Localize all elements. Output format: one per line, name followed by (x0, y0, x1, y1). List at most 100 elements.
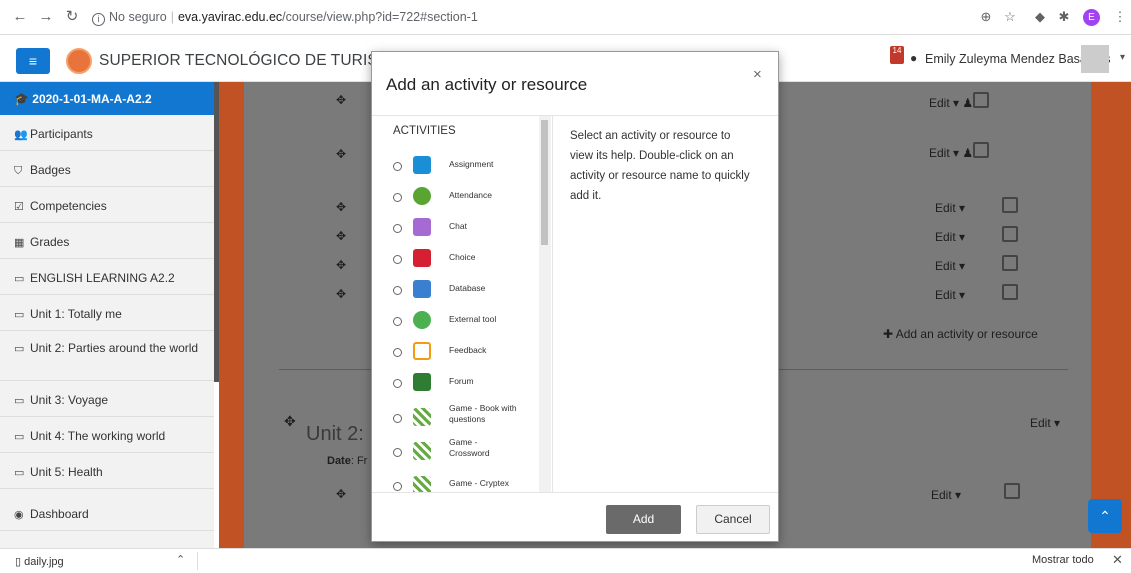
sidebar-item-english-learning[interactable]: ▭ ENGLISH LEARNING A2.2 (0, 259, 214, 295)
radio-button[interactable] (393, 448, 402, 457)
sidebar-item-badges[interactable]: ⛉ Badges (0, 151, 214, 187)
attendance-icon (413, 187, 431, 205)
sidebar-item-grades[interactable]: ▦ Grades (0, 223, 214, 259)
sidebar-item-unit-2[interactable]: ▭ Unit 2: Parties around the world (0, 331, 214, 381)
site-logo[interactable] (66, 48, 92, 74)
feedback-icon (413, 342, 431, 360)
radio-button[interactable] (393, 317, 402, 326)
move-icon[interactable]: ✥ (336, 487, 346, 501)
move-icon[interactable]: ✥ (336, 258, 346, 272)
sidebar-item-unit-3[interactable]: ▭ Unit 3: Voyage (0, 381, 214, 417)
cancel-button[interactable]: Cancel (696, 505, 770, 534)
forward-icon[interactable]: → (36, 7, 56, 27)
close-icon[interactable]: ✕ (1112, 552, 1123, 568)
activity-option-forum[interactable]: Forum (393, 371, 533, 401)
file-icon: ▯ (15, 556, 25, 568)
edit-menu[interactable]: Edit ▾ (931, 488, 961, 502)
close-icon[interactable]: × (753, 66, 762, 83)
address-bar[interactable]: i No seguro | eva.yavirac.edu.ec/course/vie… (92, 6, 692, 28)
edit-menu[interactable]: Edit ▾ (935, 201, 965, 215)
radio-button[interactable] (393, 193, 402, 202)
radio-button[interactable] (393, 379, 402, 388)
radio-button[interactable] (393, 286, 402, 295)
activity-option-choice[interactable]: Choice (393, 247, 533, 277)
sidebar-item-unit-1[interactable]: ▭ Unit 1: Totally me (0, 295, 214, 331)
activity-option-feedback[interactable]: Feedback (393, 340, 533, 370)
user-avatar[interactable] (1081, 45, 1109, 73)
shield-icon: ⛉ (14, 165, 23, 177)
edit-menu[interactable]: Edit ▾ (935, 259, 965, 273)
section-edit-menu[interactable]: Edit ▾ (1030, 416, 1060, 430)
graduation-cap-icon: 🎓 (14, 92, 33, 106)
scrollbar-thumb[interactable] (541, 120, 548, 245)
completion-checkbox[interactable] (1002, 197, 1018, 213)
site-title[interactable]: SUPERIOR TECNOLÓGICO DE TURISMO Y (99, 52, 418, 70)
puzzle-icon[interactable]: ✱ (1054, 7, 1074, 27)
move-icon[interactable]: ✥ (336, 93, 346, 107)
edit-menu[interactable]: Edit ▾ (935, 288, 965, 302)
back-icon[interactable]: ← (10, 7, 30, 27)
sidebar-course-link[interactable]: 🎓 2020-1-01-MA-A-A2.2 (0, 82, 214, 115)
more-menu-icon[interactable]: ⋮ (1110, 7, 1130, 27)
profile-avatar[interactable]: E (1083, 9, 1100, 26)
activity-option-chat[interactable]: Chat (393, 216, 533, 246)
help-text: Select an activity or resource to view i… (570, 130, 750, 202)
folder-icon: ▭ (14, 343, 25, 355)
messages-icon[interactable]: ● (910, 51, 917, 65)
move-icon[interactable]: ✥ (336, 147, 346, 161)
modal-title: Add an activity or resource (386, 75, 588, 94)
completion-checkbox[interactable] (973, 92, 989, 108)
chat-icon (413, 218, 431, 236)
move-icon[interactable]: ✥ (336, 229, 346, 243)
sidebar-item-competencies[interactable]: ☑ Competencies (0, 187, 214, 223)
star-icon[interactable]: ☆ (1000, 7, 1020, 27)
activity-option-assignment[interactable]: Assignment (393, 154, 533, 184)
edit-menu[interactable]: Edit ▾ (935, 230, 965, 244)
show-all-button[interactable]: Mostrar todo (1032, 554, 1094, 566)
completion-checkbox[interactable] (973, 142, 989, 158)
radio-button[interactable] (393, 224, 402, 233)
move-icon[interactable]: ✥ (336, 287, 346, 301)
radio-button[interactable] (393, 348, 402, 357)
radio-button[interactable] (393, 414, 402, 423)
activity-option-database[interactable]: Database (393, 278, 533, 308)
info-icon[interactable]: i (92, 13, 105, 26)
radio-button[interactable] (393, 162, 402, 171)
chevron-up-icon[interactable]: ⌃ (176, 553, 185, 566)
add-button[interactable]: Add (606, 505, 681, 534)
folder-icon: ▭ (14, 309, 25, 321)
chevron-down-icon[interactable]: ▾ (1120, 52, 1125, 63)
menu-toggle-button[interactable]: ≡ (16, 48, 50, 74)
edit-menu[interactable]: Edit ▾ ♟ (929, 96, 973, 110)
sidebar-item-unit-4[interactable]: ▭ Unit 4: The working world (0, 417, 214, 453)
activity-option-game-crossword[interactable]: Game - Crossword (393, 436, 533, 466)
sidebar-item-dashboard[interactable]: ◉ Dashboard (0, 495, 214, 531)
sidebar-item-unit-5[interactable]: ▭ Unit 5: Health (0, 453, 214, 489)
download-bar: ▯ daily.jpg ⌃ Mostrar todo ✕ (0, 548, 1131, 573)
radio-button[interactable] (393, 482, 402, 491)
forum-icon (413, 373, 431, 391)
completion-checkbox[interactable] (1004, 483, 1020, 499)
edit-menu[interactable]: Edit ▾ ♟ (929, 146, 973, 160)
reload-icon[interactable]: ↻ (62, 7, 82, 27)
move-icon[interactable]: ✥ (336, 200, 346, 214)
extension-icon[interactable]: ◆ (1030, 7, 1050, 27)
completion-checkbox[interactable] (1002, 284, 1018, 300)
completion-checkbox[interactable] (1002, 255, 1018, 271)
move-icon[interactable]: ✥ (284, 413, 296, 430)
table-icon: ▦ (14, 237, 25, 249)
notification-bell-icon[interactable]: 14 (890, 46, 904, 64)
scroll-to-top-button[interactable]: ⌃ (1088, 499, 1122, 533)
radio-button[interactable] (393, 255, 402, 264)
activity-option-external-tool[interactable]: External tool (393, 309, 533, 339)
completion-checkbox[interactable] (1002, 226, 1018, 242)
activity-list[interactable]: ACTIVITIES Assignment Attendance Chat Ch… (372, 116, 553, 492)
zoom-icon[interactable]: ⊕ (976, 7, 996, 27)
add-activity-link[interactable]: ✚ Add an activity or resource (883, 327, 1038, 341)
page-border-left (219, 82, 244, 548)
activity-option-attendance[interactable]: Attendance (393, 185, 533, 215)
download-item[interactable]: ▯ daily.jpg (15, 555, 64, 568)
activity-option-game-cryptex[interactable]: Game - Cryptex (393, 470, 533, 492)
activity-option-game-book[interactable]: Game - Book with questions (393, 402, 533, 432)
sidebar-item-participants[interactable]: 👥 Participants (0, 115, 214, 151)
